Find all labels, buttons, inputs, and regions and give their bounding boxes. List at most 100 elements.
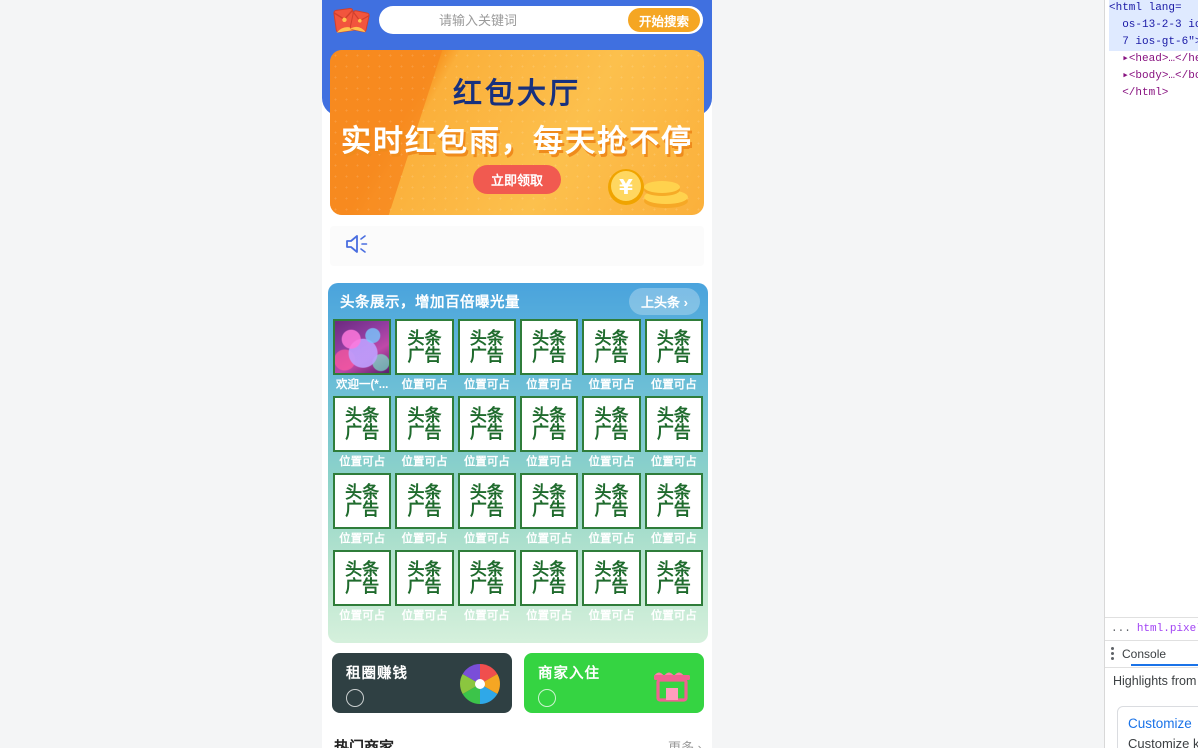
placeholder-line-1: 头条 <box>532 406 567 425</box>
devtools-whatsnew-card: Customize Customize k <box>1117 706 1198 748</box>
devtools-console-tab[interactable]: Console <box>1105 640 1198 666</box>
headline-grid-item[interactable]: 头条 广告 位置可占 <box>395 319 454 392</box>
headline-item-caption: 位置可占 <box>588 379 635 391</box>
headline-grid-item[interactable]: 头条 广告 位置可占 <box>582 319 641 392</box>
headline-ad-placeholder: 头条 广告 <box>519 550 579 606</box>
headline-item-caption: 位置可占 <box>526 379 573 391</box>
red-packet-banner[interactable]: 红包大厅 实时红包雨，每天抢不停 立即领取 ¥ <box>330 50 704 215</box>
headline-grid-item[interactable]: 头条 广告 位置可占 <box>457 319 516 392</box>
placeholder-line-2: 广告 <box>594 577 629 596</box>
promo-circle-deco <box>346 689 364 707</box>
search-input[interactable] <box>379 12 628 28</box>
headline-ad-placeholder: 头条 广告 <box>333 550 392 606</box>
search-bar[interactable]: 开始搜索 <box>379 6 703 34</box>
devtools-breadcrumb[interactable]: ... html.pixel-r <box>1105 617 1198 639</box>
headline-grid-item[interactable]: 头条 广告 位置可占 <box>457 473 516 546</box>
headline-ad-placeholder: 头条 广告 <box>457 550 516 606</box>
breadcrumb-ellipsis[interactable]: ... <box>1111 623 1131 635</box>
placeholder-line-2: 广告 <box>656 500 691 519</box>
headline-grid-item[interactable]: 头条 广告 位置可占 <box>395 473 454 546</box>
placeholder-line-1: 头条 <box>469 560 504 579</box>
headline-grid-item[interactable]: 头条 广告 位置可占 <box>582 550 641 623</box>
headline-item-caption: 位置可占 <box>526 610 573 622</box>
placeholder-line-1: 头条 <box>345 560 380 579</box>
placeholder-line-1: 头条 <box>532 483 567 502</box>
headline-grid-item[interactable]: 头条 广告 位置可占 <box>457 396 516 469</box>
promo-card-rent-circle[interactable]: 租圈赚钱 <box>332 653 512 713</box>
customize-link[interactable]: Customize <box>1128 714 1198 734</box>
go-headline-button[interactable]: 上头条 › <box>629 287 700 315</box>
headline-grid-item[interactable]: 头条 广告 位置可占 <box>644 473 703 546</box>
megaphone-icon <box>344 234 370 259</box>
headline-grid-item[interactable]: 头条 广告 位置可占 <box>519 473 579 546</box>
devtools-dom-line[interactable]: os-13-2-3 ios <box>1109 17 1198 34</box>
headline-item-caption: 位置可占 <box>401 533 448 545</box>
headline-item-caption: 位置可占 <box>339 610 386 622</box>
headline-ad-placeholder: 头条 广告 <box>333 396 392 452</box>
headline-item-caption: 位置可占 <box>588 456 635 468</box>
aperture-icon <box>458 662 502 706</box>
kebab-menu-icon[interactable] <box>1111 647 1114 660</box>
placeholder-line-2: 广告 <box>345 500 380 519</box>
section-more-link[interactable]: 更多 › <box>668 737 702 748</box>
notice-bar[interactable] <box>330 226 704 266</box>
search-row: 开始搜索 <box>331 6 703 34</box>
placeholder-line-2: 广告 <box>469 500 504 519</box>
headline-ad-placeholder: 头条 广告 <box>582 550 641 606</box>
devtools-dom-line[interactable]: </html> <box>1109 85 1198 102</box>
headline-grid-item[interactable]: 头条 广告 位置可占 <box>333 473 392 546</box>
breadcrumb-node[interactable]: html.pixel-r <box>1137 623 1198 635</box>
headline-grid-item[interactable]: 头条 广告 位置可占 <box>519 550 579 623</box>
mobile-page-viewport: 开始搜索 红包大厅 实时红包雨，每天抢不停 立即领取 ¥ <box>322 0 712 748</box>
headline-item-caption: 位置可占 <box>463 533 510 545</box>
headline-ad-placeholder: 头条 广告 <box>644 396 703 452</box>
headline-ad-placeholder: 头条 广告 <box>644 319 703 375</box>
customize-description: Customize k <box>1128 736 1198 748</box>
headline-ad-placeholder: 头条 广告 <box>395 473 454 529</box>
headline-item-caption: 位置可占 <box>401 610 448 622</box>
headline-item-caption: 位置可占 <box>339 533 386 545</box>
headline-grid-item[interactable]: 头条 广告 位置可占 <box>519 319 579 392</box>
search-button[interactable]: 开始搜索 <box>627 8 700 32</box>
headline-item-caption: 位置可占 <box>588 610 635 622</box>
placeholder-line-2: 广告 <box>532 346 567 365</box>
headline-grid-item[interactable]: 头条 广告 位置可占 <box>582 396 641 469</box>
headline-showcase-panel: 头条展示，增加百倍曝光量 上头条 › 欢迎一(*... 头条 广告 位置可占 头条 广告位… <box>328 283 708 643</box>
devtools-dom-line[interactable]: <html lang= <box>1109 0 1198 17</box>
placeholder-line-1: 头条 <box>594 329 629 348</box>
anime-artwork <box>335 321 390 373</box>
headline-grid-item[interactable]: 头条 广告 位置可占 <box>333 550 392 623</box>
headline-grid-item[interactable]: 头条 广告 位置可占 <box>644 550 703 623</box>
placeholder-line-1: 头条 <box>656 406 691 425</box>
headline-grid-item[interactable]: 头条 广告 位置可占 <box>395 396 454 469</box>
headline-grid-item[interactable]: 头条 广告 位置可占 <box>457 550 516 623</box>
headline-grid-item[interactable]: 头条 广告 位置可占 <box>395 550 454 623</box>
claim-now-button[interactable]: 立即领取 <box>472 165 562 194</box>
headline-grid-item[interactable]: 头条 广告 位置可占 <box>582 473 641 546</box>
placeholder-line-1: 头条 <box>407 483 442 502</box>
headline-grid-item[interactable]: 头条 广告 位置可占 <box>644 396 703 469</box>
headline-grid-item[interactable]: 欢迎一(*... <box>333 319 392 392</box>
headline-grid-item[interactable]: 头条 广告 位置可占 <box>519 396 579 469</box>
placeholder-line-2: 广告 <box>656 423 691 442</box>
headline-grid-item[interactable]: 头条 广告 位置可占 <box>333 396 392 469</box>
placeholder-line-1: 头条 <box>594 483 629 502</box>
headline-ad-placeholder: 头条 广告 <box>395 396 454 452</box>
headline-ad-placeholder: 头条 广告 <box>519 473 579 529</box>
placeholder-line-1: 头条 <box>345 483 380 502</box>
devtools-dom-line[interactable]: ▸<head>…</he <box>1109 51 1198 68</box>
devtools-elements-tree[interactable]: <html lang= os-13-2-3 ios 7 ios-gt-6"> ▸… <box>1105 0 1198 102</box>
placeholder-line-1: 头条 <box>469 406 504 425</box>
placeholder-line-1: 头条 <box>469 483 504 502</box>
headline-grid-item[interactable]: 头条 广告 位置可占 <box>644 319 703 392</box>
headline-ad-placeholder: 头条 广告 <box>582 319 641 375</box>
promo-card-merchant-join[interactable]: 商家入住 <box>524 653 704 713</box>
headline-ad-placeholder: 头条 广告 <box>644 473 703 529</box>
console-tab-label[interactable]: Console <box>1122 647 1166 661</box>
devtools-dom-line[interactable]: 7 ios-gt-6"> <box>1109 34 1198 51</box>
active-tab-underline <box>1131 664 1198 666</box>
devtools-dom-line[interactable]: ▸<body>…</bo <box>1109 68 1198 85</box>
placeholder-line-2: 广告 <box>407 500 442 519</box>
headline-ad-placeholder: 头条 广告 <box>395 319 454 375</box>
placeholder-line-1: 头条 <box>407 560 442 579</box>
